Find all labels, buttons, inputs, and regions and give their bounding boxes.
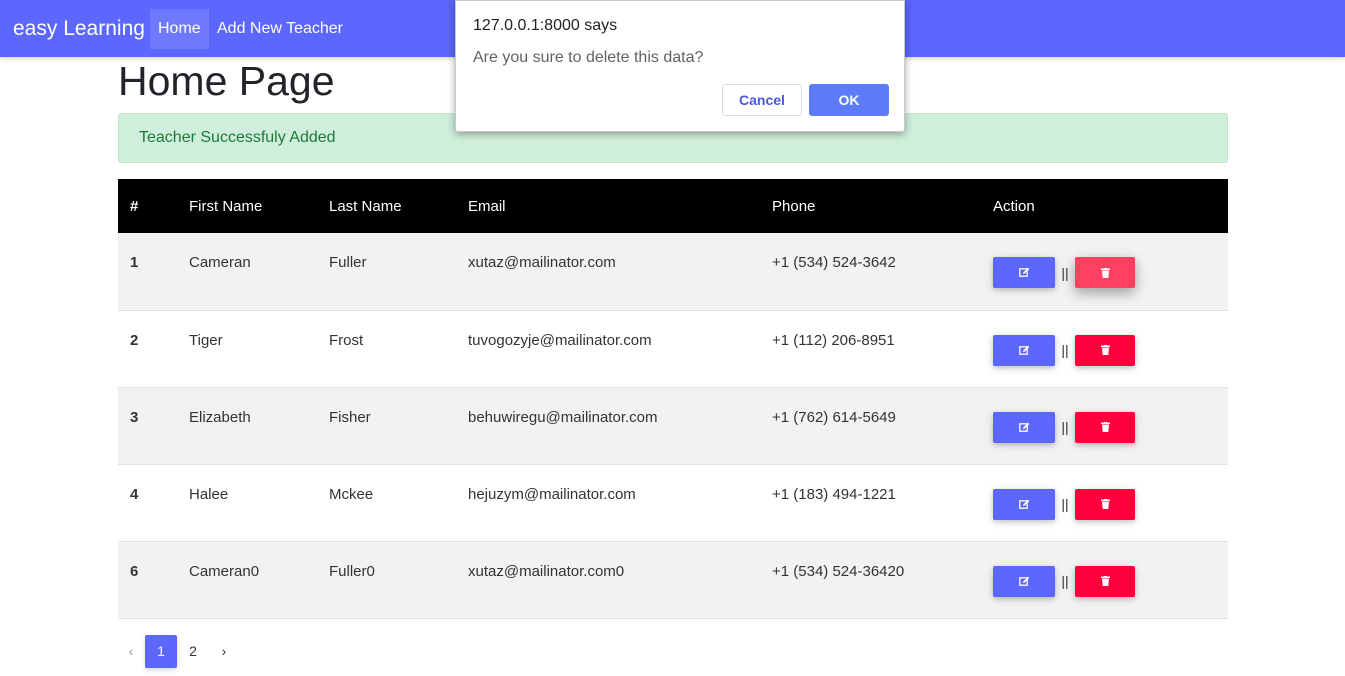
cell-first-name: Cameran — [189, 254, 251, 271]
header-first-name: First Name — [189, 197, 263, 215]
pagination-page-1[interactable]: 1 — [145, 635, 177, 668]
table-row: 1 Cameran Fuller xutaz@mailinator.com +1… — [118, 233, 1228, 310]
edit-button[interactable] — [993, 488, 1055, 520]
trash-icon — [1100, 267, 1110, 278]
edit-icon — [1018, 576, 1030, 587]
brand-logo-text[interactable]: easy Learning — [13, 17, 145, 41]
table-header-row: # First Name Last Name Email Phone Actio… — [118, 179, 1228, 233]
action-separator: || — [1061, 264, 1069, 281]
cell-first-name: Halee — [189, 485, 229, 503]
trash-icon — [1100, 576, 1110, 586]
cell-last-name: Frost — [329, 331, 364, 349]
header-last-name: Last Name — [329, 197, 402, 215]
pagination: ‹ 1 2 › — [118, 635, 240, 668]
cell-first-name: Tiger — [189, 331, 223, 349]
cell-action: || — [993, 387, 1228, 464]
cell-last-name: Mckee — [329, 485, 374, 503]
trash-icon — [1100, 499, 1110, 509]
trash-icon — [1100, 422, 1110, 432]
header-phone: Phone — [772, 197, 816, 215]
edit-icon — [1018, 345, 1030, 356]
action-group: || — [993, 565, 1228, 597]
cell-last-name: Fuller — [329, 254, 367, 271]
edit-button[interactable] — [993, 334, 1055, 366]
nav-add-teacher-link[interactable]: Add New Teacher — [209, 9, 351, 49]
cell-action: || — [993, 310, 1228, 387]
cell-email: xutaz@mailinator.com0 — [468, 562, 625, 580]
pagination-prev[interactable]: ‹ — [118, 635, 144, 668]
cell-action: || — [993, 464, 1228, 541]
action-separator: || — [1061, 496, 1069, 512]
edit-button[interactable] — [993, 411, 1055, 443]
edit-icon — [1018, 267, 1030, 278]
header-email: Email — [468, 197, 506, 215]
header-number: # — [130, 197, 139, 215]
trash-icon — [1100, 345, 1110, 355]
dialog-message: Are you sure to delete this data? — [473, 49, 704, 66]
cell-number: 3 — [130, 408, 139, 426]
delete-button[interactable] — [1075, 565, 1135, 597]
cell-number: 6 — [130, 562, 139, 580]
page-title: Home Page — [118, 58, 335, 104]
dialog-ok-button[interactable]: OK — [809, 84, 889, 116]
action-separator: || — [1061, 419, 1069, 435]
action-group: || — [993, 411, 1228, 443]
nav-home-link[interactable]: Home — [150, 9, 209, 49]
header-action: Action — [993, 197, 1035, 215]
teachers-table: # First Name Last Name Email Phone Actio… — [118, 179, 1228, 619]
delete-button[interactable] — [1075, 257, 1135, 288]
table-row: 4 Halee Mckee hejuzym@mailinator.com +1 … — [118, 464, 1228, 541]
cell-email: hejuzym@mailinator.com — [468, 485, 636, 503]
cell-phone: +1 (534) 524-36420 — [772, 562, 905, 580]
cell-action: || — [993, 541, 1228, 618]
cell-first-name: Elizabeth — [189, 408, 251, 426]
cell-last-name: Fuller0 — [329, 562, 375, 580]
edit-icon — [1018, 499, 1030, 510]
table-row: 6 Cameran0 Fuller0 xutaz@mailinator.com0… — [118, 541, 1228, 618]
action-group: || — [993, 257, 1228, 288]
confirm-dialog: 127.0.0.1:8000 says Are you sure to dele… — [455, 0, 905, 132]
table-row: 3 Elizabeth Fisher behuwiregu@mailinator… — [118, 387, 1228, 464]
delete-button[interactable] — [1075, 411, 1135, 443]
delete-button[interactable] — [1075, 488, 1135, 520]
pagination-next[interactable]: › — [209, 635, 239, 668]
dialog-cancel-button[interactable]: Cancel — [722, 84, 802, 116]
dialog-title: 127.0.0.1:8000 says — [473, 17, 618, 34]
delete-button[interactable] — [1075, 334, 1135, 366]
cell-number: 1 — [130, 254, 139, 271]
edit-button[interactable] — [993, 565, 1055, 597]
edit-icon — [1018, 422, 1030, 433]
cell-phone: +1 (762) 614-5649 — [772, 408, 896, 426]
cell-number: 2 — [130, 331, 139, 349]
cell-last-name: Fisher — [329, 408, 371, 426]
cell-number: 4 — [130, 485, 139, 503]
action-group: || — [993, 334, 1228, 366]
action-separator: || — [1061, 342, 1069, 358]
cell-phone: +1 (183) 494-1221 — [772, 485, 896, 503]
cell-email: tuvogozyje@mailinator.com — [468, 331, 652, 349]
action-separator: || — [1061, 573, 1069, 589]
pagination-page-2[interactable]: 2 — [178, 635, 208, 668]
cell-phone: +1 (112) 206-8951 — [772, 331, 895, 349]
cell-first-name: Cameran0 — [189, 562, 260, 580]
cell-action: || — [993, 233, 1228, 310]
cell-phone: +1 (534) 524-3642 — [772, 254, 896, 271]
cell-email: behuwiregu@mailinator.com — [468, 408, 658, 426]
edit-button[interactable] — [993, 257, 1055, 288]
action-group: || — [993, 488, 1228, 520]
table-row: 2 Tiger Frost tuvogozyje@mailinator.com … — [118, 310, 1228, 387]
cell-email: xutaz@mailinator.com — [468, 254, 616, 271]
